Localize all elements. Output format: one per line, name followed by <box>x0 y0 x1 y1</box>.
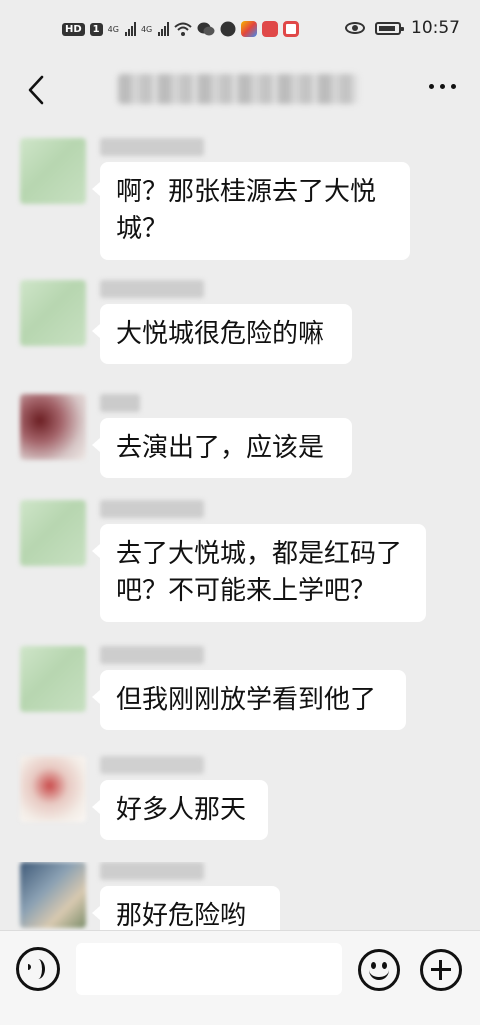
message-text-line: 去了大悦城，都是红码了 <box>116 539 403 569</box>
status-bar: HD 1 4G 4G 10:57 <box>0 0 480 58</box>
message-bubble[interactable]: 大悦城很危险的嘛 <box>92 304 352 364</box>
network-type-2: 4G <box>140 24 153 34</box>
message-bubble[interactable]: 好多人那天 <box>92 780 268 840</box>
network-type-1: 4G <box>107 24 119 34</box>
signal-icon-2 <box>158 22 170 36</box>
message-bubble[interactable]: 那好危险哟 <box>92 886 280 930</box>
input-bar <box>0 930 480 1025</box>
message-text-line: 吧？不可能来上学吧？ <box>116 576 377 606</box>
sender-name-blurred <box>100 394 140 412</box>
chevron-left-icon[interactable] <box>20 72 56 108</box>
app-icon-red-outline <box>283 21 300 37</box>
message-bubble[interactable]: 去了大悦城，都是红码了 吧？不可能来上学吧？ <box>92 524 426 622</box>
sim-badge: 1 <box>89 22 103 36</box>
sender-name-blurred <box>100 500 204 518</box>
sender-name-blurred <box>100 280 204 298</box>
message-input[interactable] <box>76 943 342 995</box>
clock: 10:57 <box>411 18 460 38</box>
message-bubble[interactable]: 但我刚刚放学看到他了 <box>92 670 406 730</box>
status-right: 10:57 <box>345 16 460 40</box>
more-horizontal-icon[interactable] <box>429 84 456 89</box>
message-item: 那好危险哟 <box>0 862 480 930</box>
avatar[interactable] <box>20 646 86 712</box>
sender-name-blurred <box>100 756 204 774</box>
sender-name-blurred <box>100 138 204 156</box>
message-text-line: 啊？那张桂源去了大悦 <box>116 177 377 207</box>
sender-name-blurred <box>100 646 204 664</box>
battery-icon <box>375 21 404 35</box>
chat-bubble-icon <box>220 21 236 37</box>
status-indicators: HD 1 4G 4G <box>62 18 300 40</box>
wechat-icon <box>197 22 215 36</box>
avatar[interactable] <box>20 394 86 460</box>
app-icon-red <box>262 21 279 37</box>
chat-header <box>0 58 480 120</box>
message-bubble[interactable]: 啊？那张桂源去了大悦 城？ <box>92 162 410 260</box>
voice-icon[interactable] <box>16 947 60 991</box>
avatar[interactable] <box>20 862 86 928</box>
eye-icon <box>345 22 365 34</box>
sender-name-blurred <box>100 862 204 880</box>
message-text-line: 城？ <box>116 214 169 244</box>
smiley-icon[interactable] <box>358 949 400 991</box>
plus-icon[interactable] <box>420 949 462 991</box>
hd-badge: HD <box>62 22 85 36</box>
signal-icon <box>124 22 136 36</box>
message-bubble[interactable]: 去演出了，应该是 <box>92 418 352 478</box>
app-icon-colorful <box>241 21 258 37</box>
avatar[interactable] <box>20 280 86 346</box>
avatar[interactable] <box>20 500 86 566</box>
wifi-icon <box>174 22 192 36</box>
avatar[interactable] <box>20 138 86 204</box>
chat-title-blurred <box>118 74 358 104</box>
avatar[interactable] <box>20 756 86 822</box>
